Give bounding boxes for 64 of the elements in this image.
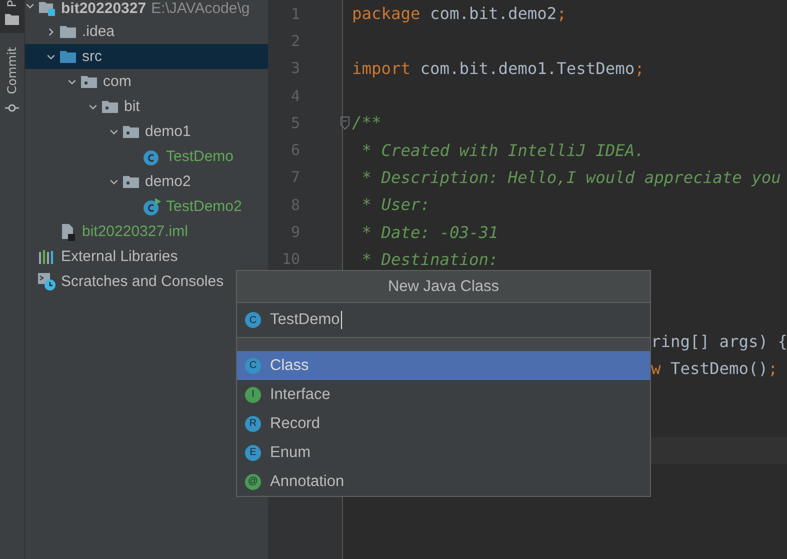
annotation-icon: @ (245, 474, 261, 490)
enum-icon: E (245, 444, 261, 460)
tree-row[interactable]: TestDemo (25, 144, 268, 169)
class-kind-option[interactable]: R Record (237, 409, 650, 438)
class-kind-option[interactable]: I Interface (237, 380, 650, 409)
tree-row[interactable]: External Libraries (25, 244, 268, 269)
package-icon (122, 124, 140, 140)
commit-icon (5, 102, 19, 114)
tree-row[interactable]: demo1 (25, 119, 268, 144)
tree-label: External Libraries (61, 248, 178, 265)
tree-row[interactable]: bit20220327 E:\JAVAcode\g (25, 0, 268, 19)
interface-icon: I (245, 386, 261, 402)
class-kind-option[interactable]: C Class (237, 351, 650, 380)
tree-label: com (103, 73, 132, 90)
scratches-icon (38, 272, 56, 290)
runnable-class-icon (143, 198, 161, 216)
tree-row[interactable]: bit20220327.iml (25, 219, 268, 244)
tree-label: .idea (82, 23, 115, 40)
record-icon: R (245, 416, 261, 432)
tree-label: Scratches and Consoles (61, 273, 224, 290)
tree-row[interactable]: .idea (25, 19, 268, 44)
chevron-right-icon[interactable] (46, 26, 56, 38)
tree-row[interactable]: bit (25, 94, 268, 119)
tree-row[interactable]: com (25, 69, 268, 94)
class-kind-option[interactable]: @ Annotation (237, 467, 650, 496)
package-icon (101, 98, 119, 114)
tree-label: bit20220327.iml (82, 223, 188, 240)
code-line: ring[] args) { (651, 332, 787, 351)
package-icon (122, 174, 140, 190)
fold-icon[interactable] (340, 116, 350, 130)
folder-icon (59, 24, 77, 40)
module-icon (38, 0, 56, 16)
class-kind-option[interactable]: E Enum (237, 438, 650, 467)
tree-label: TestDemo2 (166, 198, 242, 215)
tree-label: bit (124, 98, 140, 115)
tree-row[interactable]: demo2 (25, 169, 268, 194)
folder-icon (5, 13, 19, 26)
commit-tab[interactable]: Commit (0, 33, 24, 122)
code-line: import com.bit.demo1.TestDemo; (352, 58, 644, 78)
tree-label: src (82, 48, 102, 65)
class-icon: C (245, 358, 261, 374)
tree-label: bit20220327 (61, 0, 146, 17)
project-tab[interactable]: P (0, 0, 24, 34)
tree-row[interactable]: TestDemo2 (25, 194, 268, 219)
tree-label: demo1 (145, 123, 191, 140)
tree-label: demo2 (145, 173, 191, 190)
code-line: * User: (360, 195, 430, 214)
libraries-icon (38, 248, 56, 264)
folder-icon (59, 48, 77, 64)
file-icon (59, 222, 77, 240)
code-line: * Description: Hello,I would appreciate you (360, 168, 781, 187)
popup-title: New Java Class (237, 271, 650, 303)
code-line: package com.bit.demo2; (352, 4, 566, 24)
class-icon (143, 148, 161, 166)
code-line: * Date: -03-31 (360, 222, 498, 242)
code-line: * Created with IntelliJ IDEA. (360, 140, 644, 160)
package-icon (80, 74, 98, 90)
tree-label: TestDemo (166, 148, 234, 165)
code-line: * Destination: (360, 250, 498, 269)
tree-row[interactable]: src (25, 44, 268, 69)
code-line: w TestDemo(); (651, 359, 778, 378)
class-icon: C (245, 312, 261, 328)
code-line: /** (352, 113, 382, 132)
module-path: E:\JAVAcode\g (151, 0, 250, 17)
